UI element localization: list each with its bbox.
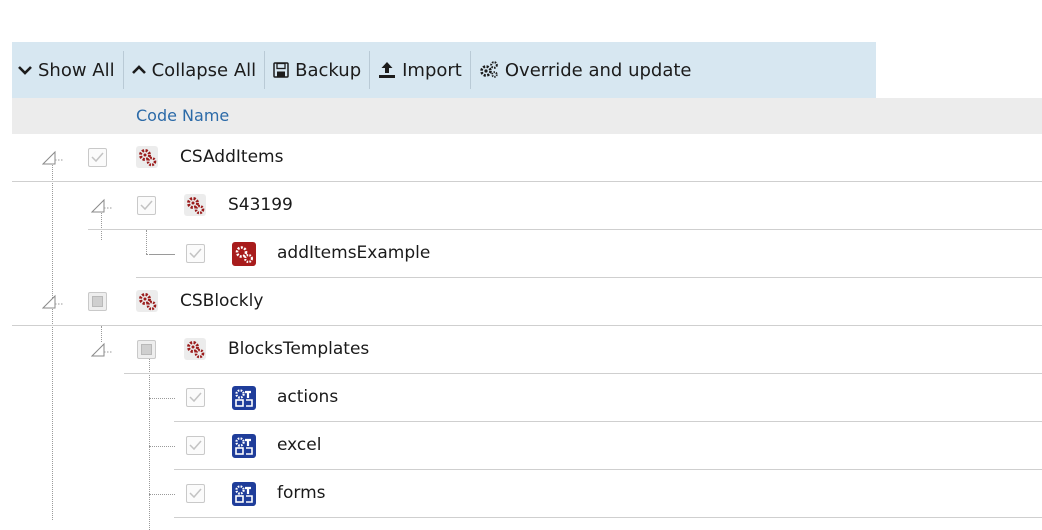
gears-icon [479,61,499,79]
node-label: CSBlockly [180,291,264,311]
collapse-all-button[interactable]: Collapse All [124,42,265,98]
import-label: Import [402,59,462,81]
expand-toggle-icon[interactable] [41,148,64,170]
tree-node-forms[interactable]: forms [12,470,1042,518]
show-all-label: Show All [38,59,115,81]
template-icon [232,434,256,462]
tree-node-actions[interactable]: actions [12,374,1042,422]
node-checkbox[interactable] [186,388,205,407]
node-checkbox[interactable] [88,148,107,167]
tree-node-blockstemplates[interactable]: BlocksTemplates [12,326,1042,374]
node-label: BlocksTemplates [228,339,370,359]
gear-folder-icon [136,146,158,172]
tree-node-excel[interactable]: excel [12,422,1042,470]
override-update-label: Override and update [504,59,692,81]
tree-node-csadditems[interactable]: CSAddItems [12,134,1042,182]
node-label: addItemsExample [277,243,431,263]
gear-folder-icon [184,338,206,364]
chevron-up-icon [131,65,146,75]
template-icon [232,482,256,510]
tree-connector [146,254,174,255]
node-checkbox-indeterminate[interactable] [137,340,156,359]
node-label: CSAddItems [180,147,284,167]
backup-button[interactable]: Backup [265,42,369,98]
node-checkbox[interactable] [186,244,205,263]
column-header-code-name[interactable]: Code Name [136,106,229,125]
expand-toggle-icon[interactable] [90,196,113,218]
column-header-row: Code Name [12,98,1042,134]
tree-node-s43199[interactable]: S43199 [12,182,1042,230]
override-update-button[interactable]: Override and update [471,42,700,98]
tree-node-additemsexample[interactable]: addItemsExample [12,230,1042,278]
template-icon [232,386,256,414]
node-label: S43199 [228,195,293,215]
expand-toggle-icon[interactable] [90,340,113,362]
tree-node-csblockly[interactable]: CSBlockly [12,278,1042,326]
node-label: actions [277,387,339,407]
node-label: forms [277,483,326,503]
tree-connector [146,230,147,254]
chevron-down-icon [18,65,32,75]
row-divider [174,517,1042,518]
toolbar: Show All Collapse All Backup Import Over… [12,42,876,99]
collapse-all-label: Collapse All [151,59,257,81]
floppy-disk-icon [273,62,289,78]
backup-label: Backup [295,59,362,81]
gear-folder-icon [184,194,206,220]
node-checkbox-indeterminate[interactable] [88,292,107,311]
gear-item-icon [232,242,256,270]
node-checkbox[interactable] [137,196,156,215]
expand-toggle-icon[interactable] [41,292,64,314]
gear-folder-icon [136,290,158,316]
upload-icon [378,61,396,79]
node-label: excel [277,435,322,455]
node-checkbox[interactable] [186,436,205,455]
import-button[interactable]: Import [370,42,470,98]
node-checkbox[interactable] [186,484,205,503]
show-all-button[interactable]: Show All [12,42,123,98]
